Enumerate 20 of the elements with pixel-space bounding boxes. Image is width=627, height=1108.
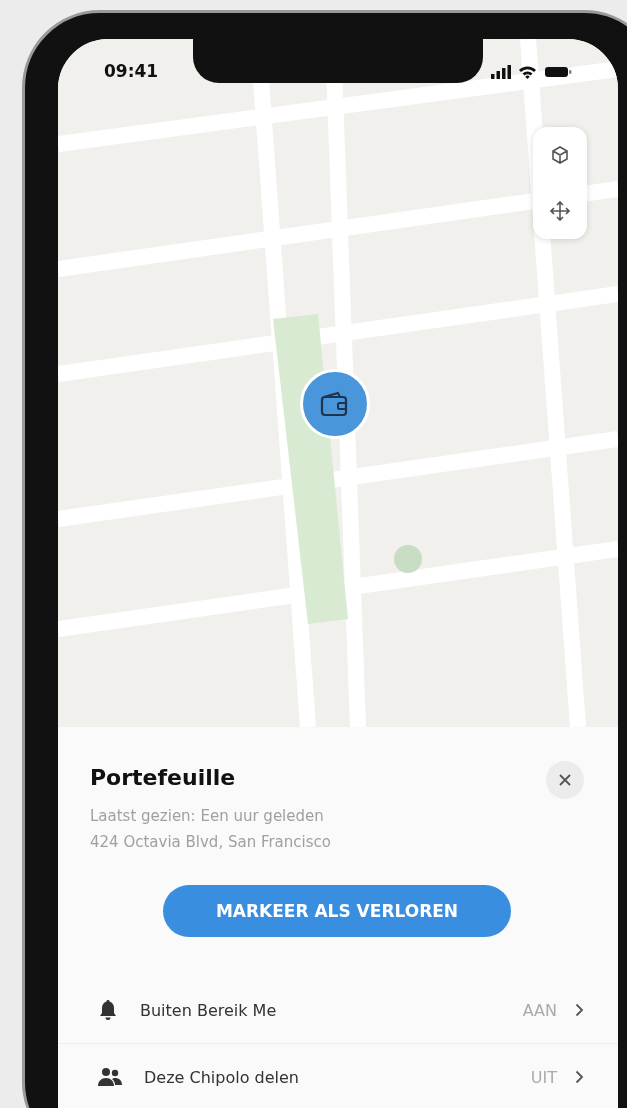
close-icon <box>559 774 571 786</box>
wifi-icon <box>518 65 537 79</box>
setting-label: Deze Chipolo delen <box>144 1067 300 1087</box>
wallet-icon <box>320 391 350 417</box>
setting-value: UIT <box>530 1067 557 1087</box>
chevron-icon <box>575 1003 584 1017</box>
move-icon[interactable] <box>550 201 570 221</box>
status-time: 09:41 <box>104 61 159 81</box>
setting-value: AAN <box>522 1000 557 1020</box>
chevron-icon <box>575 1070 584 1084</box>
cube-icon[interactable] <box>550 145 570 165</box>
address-text: 424 Octavia Blvd, San Francisco <box>90 832 332 853</box>
setting-label: Buiten Bereik Me <box>140 1000 278 1020</box>
signal-icon <box>491 65 511 79</box>
item-title: Portefeuille <box>90 765 236 790</box>
people-icon <box>98 1067 122 1087</box>
bell-icon <box>98 999 118 1021</box>
close-button[interactable] <box>546 761 584 799</box>
last-seen-text: Laatst gezien: Een uur geleden <box>90 806 325 827</box>
battery-icon <box>545 65 572 79</box>
